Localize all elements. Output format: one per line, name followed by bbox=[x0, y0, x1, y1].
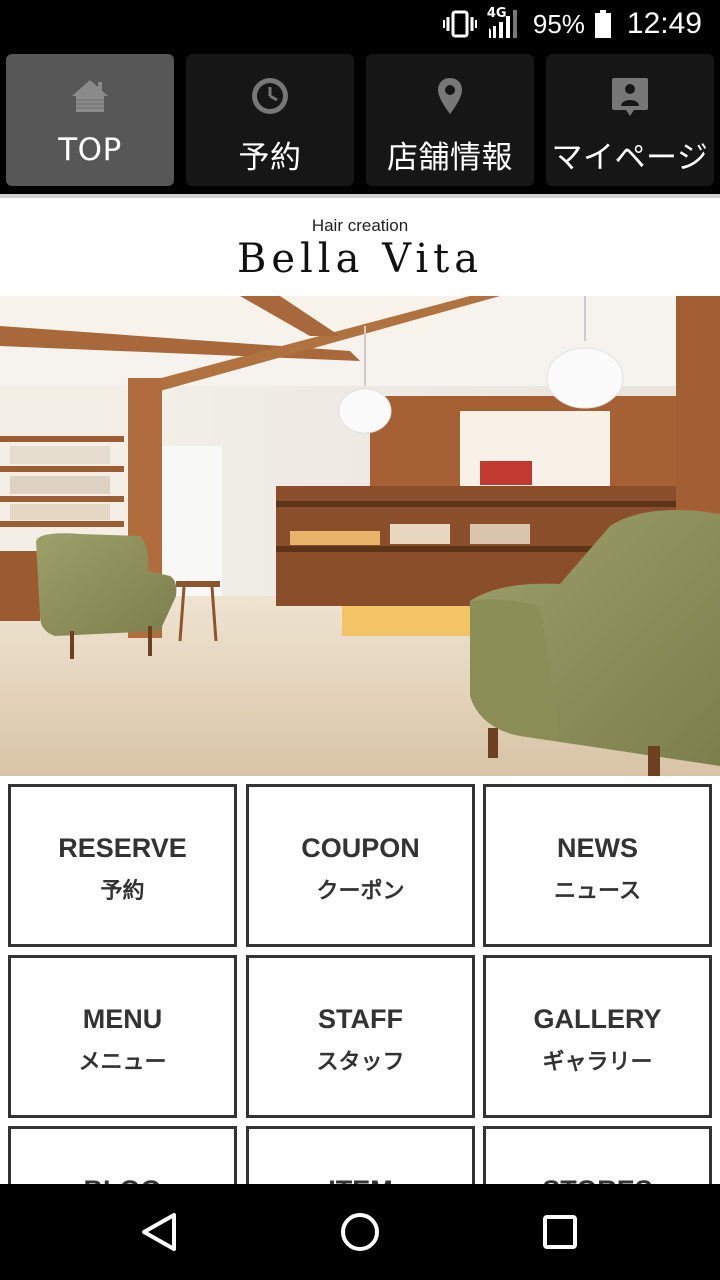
tile-subtitle: メニュー bbox=[78, 1050, 167, 1075]
system-nav-bar bbox=[0, 1184, 720, 1280]
nav-label-mypage: マイページ bbox=[551, 140, 709, 176]
tile-news[interactable]: NEWS ニュース bbox=[483, 784, 712, 947]
nav-mypage[interactable]: マイページ bbox=[546, 54, 714, 186]
top-nav: TOP 予約 店舗情報 マイページ bbox=[0, 48, 720, 194]
home-circle-icon[interactable] bbox=[338, 1210, 382, 1254]
tile-title: COUPON bbox=[301, 833, 420, 863]
nav-top[interactable]: TOP bbox=[6, 54, 174, 186]
tile-subtitle: 予約 bbox=[100, 879, 145, 904]
tile-gallery[interactable]: GALLERY ギャラリー bbox=[483, 955, 712, 1118]
clock-icon bbox=[248, 74, 292, 118]
vibrate-icon bbox=[442, 10, 477, 38]
tile-title: GALLERY bbox=[533, 1004, 662, 1034]
nav-label-store-info: 店舗情報 bbox=[387, 140, 513, 176]
nav-label-top: TOP bbox=[58, 132, 122, 168]
salon-interior-photo bbox=[0, 296, 720, 776]
brand-name: Bella Vita bbox=[236, 236, 484, 282]
clock-time: 12:49 bbox=[626, 7, 702, 40]
signal-icon: 4G bbox=[487, 6, 523, 40]
tile-subtitle: ニュース bbox=[554, 879, 641, 904]
tile-menu[interactable]: MENU メニュー bbox=[8, 955, 237, 1118]
nav-reserve[interactable]: 予約 bbox=[186, 54, 354, 186]
map-pin-icon bbox=[428, 74, 472, 118]
battery-icon bbox=[594, 10, 611, 38]
recents-square-icon[interactable] bbox=[538, 1210, 582, 1254]
tile-title: STAFF bbox=[318, 1004, 403, 1034]
brand-subtitle: Hair creation bbox=[311, 216, 409, 235]
nav-label-reserve: 予約 bbox=[238, 140, 302, 176]
tile-reserve[interactable]: RESERVE 予約 bbox=[8, 784, 237, 947]
tile-subtitle: クーポン bbox=[316, 879, 405, 904]
tile-title: RESERVE bbox=[58, 833, 187, 863]
id-card-icon bbox=[608, 74, 652, 118]
tile-subtitle: スタッフ bbox=[316, 1050, 405, 1075]
home-icon bbox=[68, 74, 112, 118]
status-bar: 4G 95% 12:49 bbox=[0, 0, 720, 48]
battery-percent: 95% bbox=[532, 8, 585, 39]
brand-header: Hair creation Bella Vita bbox=[0, 198, 720, 296]
nav-store-info[interactable]: 店舗情報 bbox=[366, 54, 534, 186]
tile-coupon[interactable]: COUPON クーポン bbox=[246, 784, 475, 947]
tile-subtitle: ギャラリー bbox=[542, 1050, 653, 1075]
tile-title: MENU bbox=[82, 1004, 163, 1034]
back-triangle-icon[interactable] bbox=[138, 1210, 182, 1254]
tile-title: NEWS bbox=[557, 833, 638, 863]
hero-photo bbox=[0, 296, 720, 776]
tile-staff[interactable]: STAFF スタッフ bbox=[246, 955, 475, 1118]
